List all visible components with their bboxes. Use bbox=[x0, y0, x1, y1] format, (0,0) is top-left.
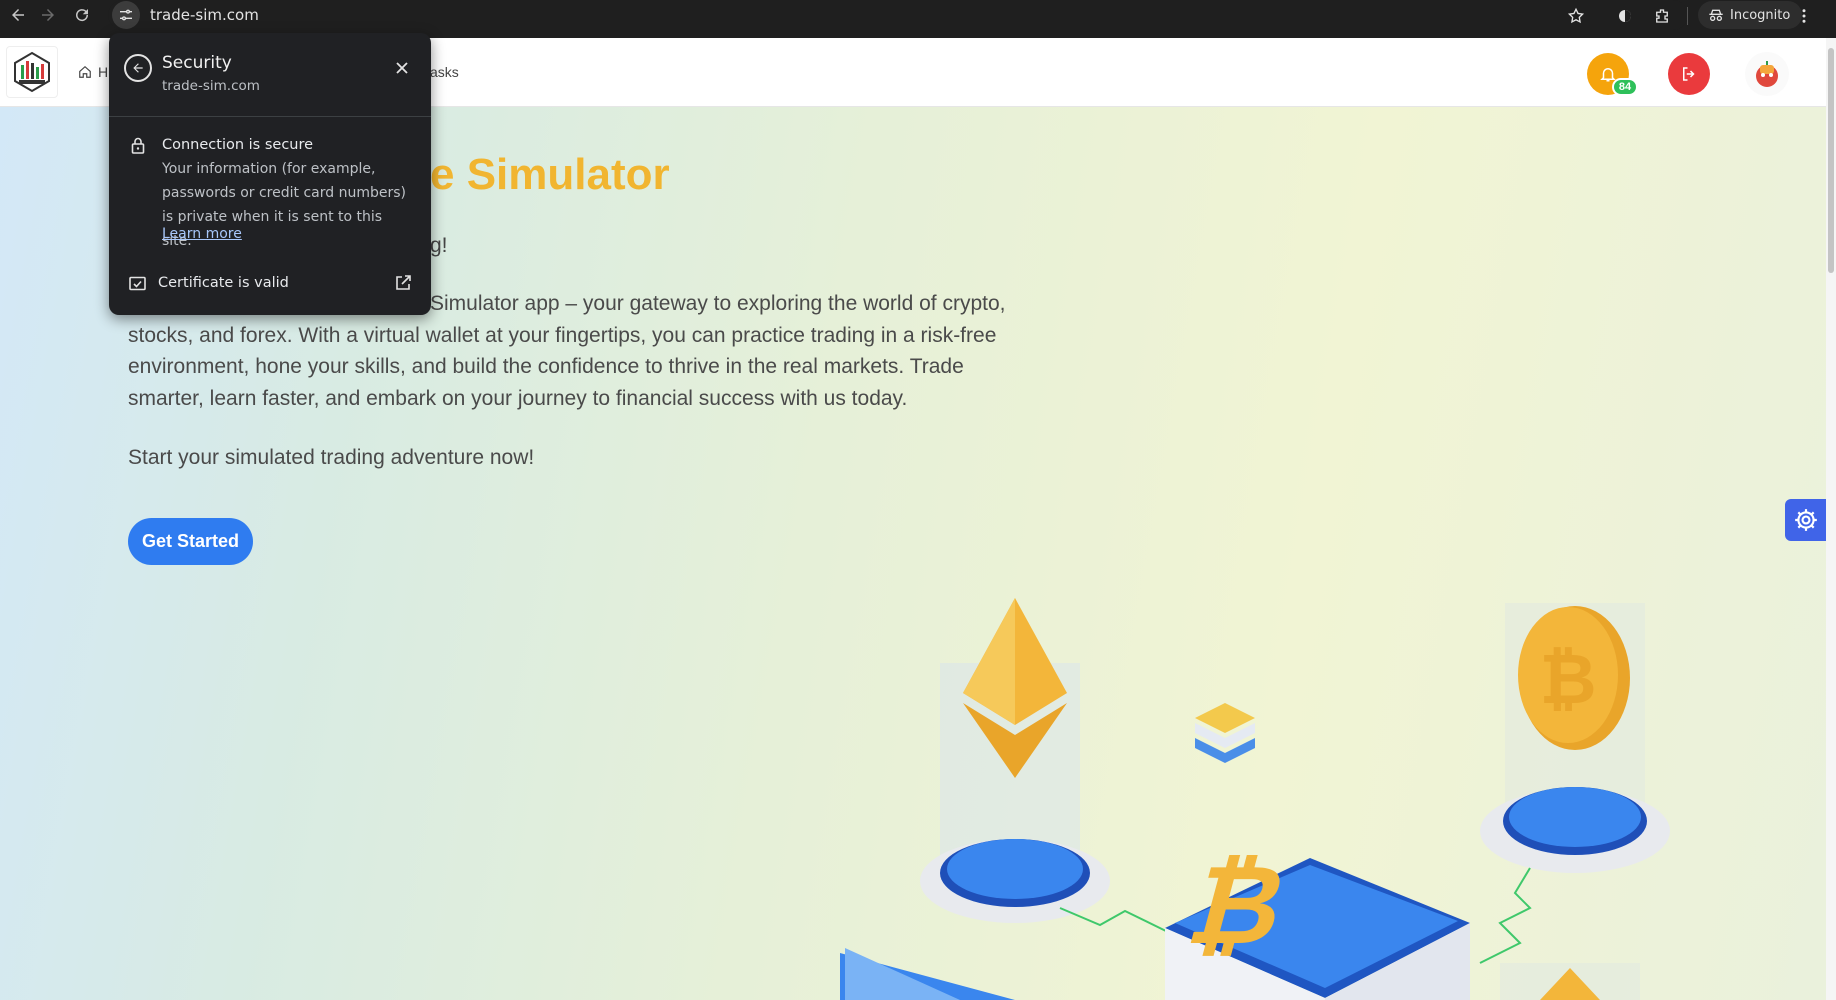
svg-text:₿: ₿ bbox=[1539, 640, 1596, 718]
forward-button[interactable] bbox=[30, 0, 66, 30]
notification-count-badge: 84 bbox=[1612, 78, 1638, 96]
logo-icon bbox=[14, 51, 50, 93]
hero-paragraph-line: stocks, and forex. With a virtual wallet… bbox=[128, 323, 997, 347]
close-icon bbox=[396, 62, 408, 74]
logout-button[interactable] bbox=[1668, 53, 1710, 95]
nav-tasks-link[interactable]: asks bbox=[430, 64, 459, 80]
home-icon bbox=[79, 65, 91, 78]
crypto-illustration: ₿ ₿ bbox=[840, 598, 1670, 1000]
logout-icon bbox=[1683, 67, 1695, 81]
incognito-label: Incognito bbox=[1730, 7, 1791, 23]
certificate-icon bbox=[129, 276, 146, 291]
address-bar[interactable]: trade-sim.com bbox=[108, 0, 1688, 30]
url-text[interactable]: trade-sim.com bbox=[150, 6, 259, 24]
certificate-row[interactable]: Certificate is valid bbox=[158, 275, 289, 291]
puzzle-icon bbox=[1656, 9, 1668, 23]
site-info-button[interactable] bbox=[112, 1, 140, 29]
connection-status: Connection is secure bbox=[162, 137, 314, 153]
back-arrow-icon bbox=[133, 63, 143, 73]
page-scrollbar[interactable] bbox=[1826, 38, 1836, 1000]
nav-home-label: H bbox=[98, 64, 109, 80]
extension-toggle-button[interactable] bbox=[1613, 4, 1637, 28]
popup-divider bbox=[109, 116, 431, 117]
hero-paragraph-line: environment, hone your skills, and build… bbox=[128, 355, 964, 378]
forward-arrow-icon bbox=[42, 9, 54, 21]
incognito-icon bbox=[1709, 9, 1723, 22]
popup-title: Security bbox=[162, 53, 232, 73]
contrast-icon bbox=[1619, 10, 1631, 22]
gear-icon bbox=[1795, 509, 1817, 531]
kebab-menu-icon bbox=[1802, 9, 1806, 23]
toolbar-divider bbox=[1687, 7, 1688, 25]
nav-tasks-label: asks bbox=[430, 64, 459, 80]
hero-subtitle: g! bbox=[430, 234, 448, 257]
popup-domain: trade-sim.com bbox=[162, 78, 260, 94]
app-logo[interactable] bbox=[6, 46, 58, 98]
external-link-icon[interactable] bbox=[394, 274, 412, 292]
hero-paragraph-line: smarter, learn faster, and embark on you… bbox=[128, 386, 908, 410]
star-icon bbox=[1567, 7, 1585, 24]
incognito-badge[interactable]: Incognito bbox=[1698, 1, 1803, 29]
get-started-button[interactable]: Get Started bbox=[128, 518, 254, 565]
lock-icon bbox=[131, 137, 145, 154]
settings-tab[interactable] bbox=[1785, 499, 1826, 541]
nav-home-link[interactable]: H bbox=[78, 64, 108, 80]
security-popup: Security trade-sim.com Connection is sec… bbox=[109, 33, 431, 315]
hero-title: e Simulator bbox=[430, 150, 670, 199]
popup-close-button[interactable] bbox=[391, 57, 413, 79]
hero-cta-text: Start your simulated trading adventure n… bbox=[128, 446, 535, 469]
learn-more-link[interactable]: Learn more bbox=[162, 226, 242, 242]
popup-back-button[interactable] bbox=[124, 54, 152, 82]
avatar-character-icon bbox=[1756, 61, 1778, 87]
back-arrow-icon bbox=[12, 9, 24, 21]
tune-icon bbox=[120, 9, 132, 21]
browser-menu-button[interactable] bbox=[1792, 4, 1816, 28]
bookmark-star-button[interactable] bbox=[1564, 4, 1588, 28]
extensions-button[interactable] bbox=[1650, 4, 1674, 28]
user-avatar[interactable] bbox=[1745, 52, 1789, 96]
reload-button[interactable] bbox=[64, 0, 100, 30]
reload-icon bbox=[76, 9, 89, 22]
scrollbar-thumb[interactable] bbox=[1828, 48, 1834, 273]
